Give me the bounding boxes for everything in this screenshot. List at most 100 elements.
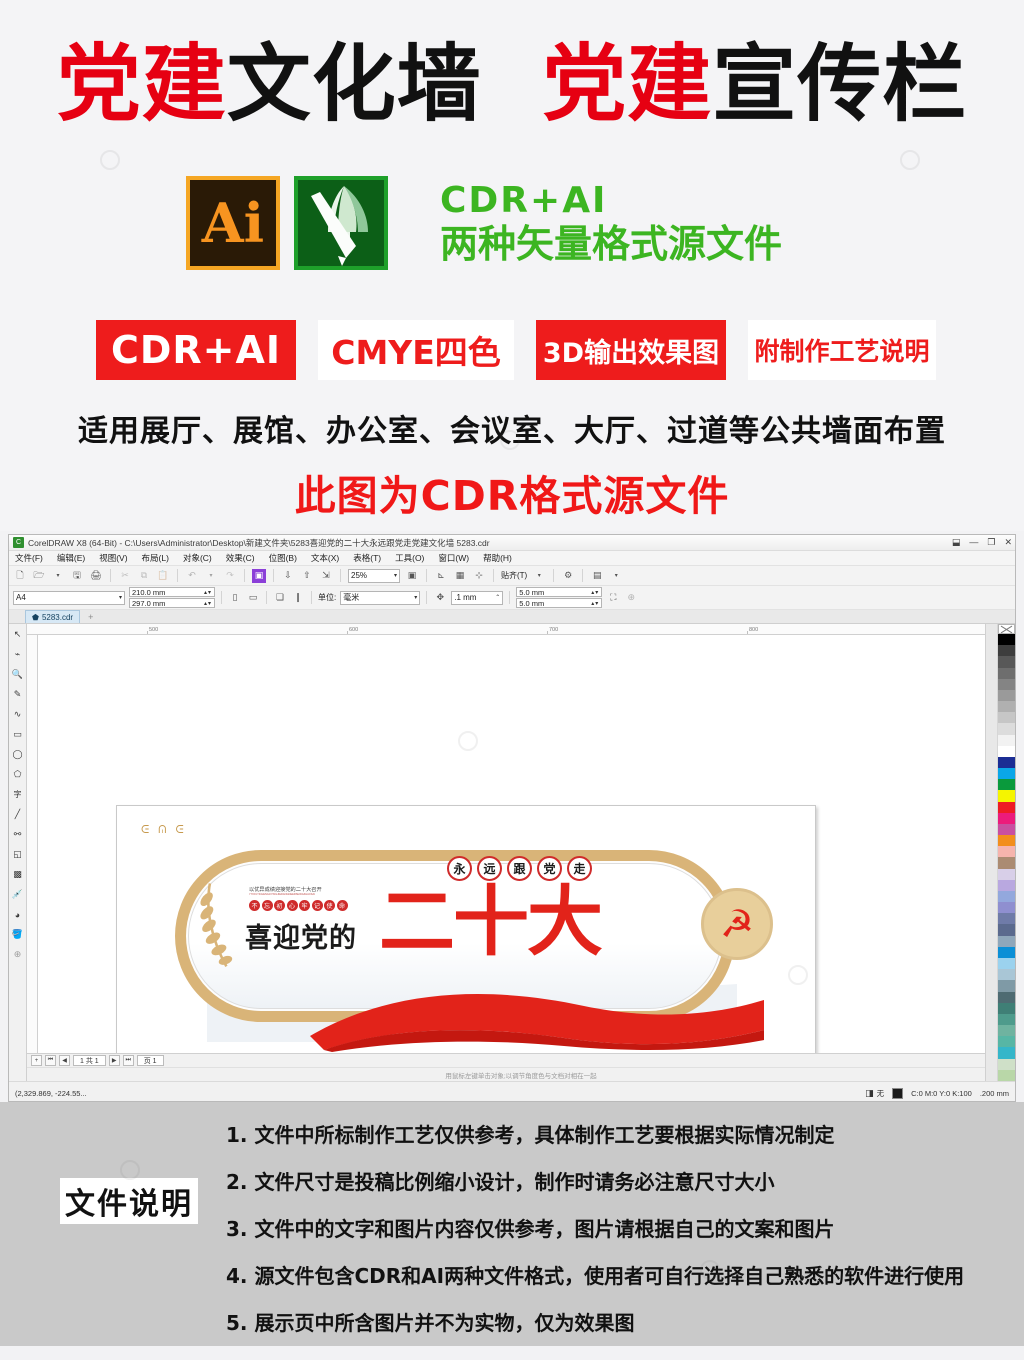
snap-to-label[interactable]: 贴齐(T) <box>501 570 527 581</box>
page-border-icon[interactable]: ⛶ <box>606 591 620 605</box>
color-swatch[interactable] <box>998 734 1015 746</box>
menu-item-window[interactable]: 窗口(W) <box>438 552 469 564</box>
next-page-button[interactable]: ▶ <box>108 1055 120 1066</box>
menu-item-edit[interactable]: 编辑(E) <box>57 552 85 564</box>
smart-fill-icon[interactable]: 🪣 <box>11 928 25 941</box>
import-icon[interactable]: ⇩ <box>281 569 295 583</box>
interactive-fill-icon[interactable]: ◕ <box>11 908 25 921</box>
connector-tool-icon[interactable]: ⚯ <box>11 828 25 841</box>
menu-item-bitmaps[interactable]: 位图(B) <box>269 552 297 564</box>
unit-select[interactable]: 毫米 ▾ <box>340 590 421 605</box>
page-preset-select[interactable]: A4 ▾ <box>13 590 125 605</box>
first-page-button[interactable]: ⏮ <box>45 1055 56 1066</box>
horizontal-ruler[interactable]: 500 600 700 800 <box>27 624 985 635</box>
publish-pdf-icon[interactable]: ▣ <box>252 568 266 583</box>
menu-item-file[interactable]: 文件(F) <box>15 552 43 564</box>
fill-color-indicator[interactable]: ◨ 无 <box>865 1088 884 1099</box>
color-swatch[interactable] <box>998 645 1015 657</box>
color-swatch[interactable] <box>998 935 1015 947</box>
duplicate-y-field[interactable]: 5.0 mm ▴▾ <box>516 598 603 608</box>
no-color-swatch[interactable] <box>998 624 1015 634</box>
shape-tool-icon[interactable]: ⌁ <box>11 648 25 661</box>
undo-icon[interactable]: ↶ <box>185 569 199 583</box>
outline-color-swatch[interactable] <box>892 1088 904 1099</box>
outline-tool-icon[interactable]: ⊕ <box>11 948 25 961</box>
color-swatch[interactable] <box>998 946 1015 958</box>
polygon-tool-icon[interactable]: ⬠ <box>11 768 25 781</box>
drop-shadow-tool-icon[interactable]: ◱ <box>11 848 25 861</box>
color-swatch[interactable] <box>998 745 1015 757</box>
menu-item-text[interactable]: 文本(X) <box>311 552 339 564</box>
cut-icon[interactable]: ✂ <box>118 569 132 583</box>
chevron-down-icon[interactable]: ▾ <box>51 569 65 583</box>
duplicate-x-field[interactable]: 5.0 mm ▴▾ <box>516 587 603 597</box>
stepper-icon[interactable]: ▴▾ <box>204 600 212 607</box>
transparency-tool-icon[interactable]: ▩ <box>11 868 25 881</box>
color-swatch[interactable] <box>998 823 1015 836</box>
save-icon[interactable]: 🖫 <box>70 569 84 583</box>
chevron-down-icon[interactable]: ▾ <box>532 569 546 583</box>
color-swatch[interactable] <box>998 779 1015 791</box>
color-swatch[interactable] <box>998 678 1015 690</box>
color-swatch[interactable] <box>998 667 1015 679</box>
color-eyedropper-icon[interactable]: 💉 <box>11 888 25 901</box>
open-file-icon[interactable]: 🗁 <box>32 569 46 583</box>
color-swatch[interactable] <box>998 1058 1015 1070</box>
color-swatch[interactable] <box>998 1047 1015 1059</box>
color-swatch[interactable] <box>998 756 1015 769</box>
new-document-icon[interactable]: 🗋 <box>13 569 27 583</box>
document-tab-5283[interactable]: ⬟ 5283.cdr <box>25 610 81 623</box>
color-swatch[interactable] <box>998 701 1015 713</box>
color-swatch[interactable] <box>998 980 1015 992</box>
color-swatch[interactable] <box>998 1036 1015 1048</box>
color-swatch[interactable] <box>998 790 1015 802</box>
menu-item-tools[interactable]: 工具(O) <box>395 552 424 564</box>
pick-tool-icon[interactable]: ↖ <box>11 628 25 641</box>
ellipse-tool-icon[interactable]: ◯ <box>11 748 25 761</box>
paste-icon[interactable]: 📋 <box>156 569 170 583</box>
last-page-button[interactable]: ⏭ <box>122 1055 134 1066</box>
portrait-orientation-icon[interactable]: ▯ <box>228 591 242 605</box>
color-swatch[interactable] <box>998 801 1015 813</box>
color-swatch[interactable] <box>998 768 1015 780</box>
text-tool-icon[interactable]: 字 <box>11 788 25 801</box>
maximize-window-icon[interactable]: ❐ <box>987 536 995 548</box>
menu-item-help[interactable]: 帮助(H) <box>483 552 512 564</box>
menu-item-effects[interactable]: 效果(C) <box>226 552 255 564</box>
color-swatch[interactable] <box>998 723 1015 735</box>
nudge-distance-field[interactable]: .1 mm ⌃ <box>451 590 504 605</box>
show-grid-icon[interactable]: ▦ <box>453 569 467 583</box>
show-rulers-icon[interactable]: ⊾ <box>434 569 448 583</box>
artistic-media-tool-icon[interactable]: ∿ <box>11 708 25 721</box>
menu-item-layout[interactable]: 布局(L) <box>142 552 169 564</box>
color-swatch[interactable] <box>998 812 1015 824</box>
dimension-tool-icon[interactable]: ╱ <box>11 808 25 821</box>
export-icon[interactable]: ⇧ <box>300 569 314 583</box>
menu-item-view[interactable]: 视图(V) <box>99 552 127 564</box>
chevron-down-icon[interactable]: ▾ <box>609 569 623 583</box>
redo-icon[interactable]: ↷ <box>223 569 237 583</box>
color-swatch[interactable] <box>998 902 1015 914</box>
current-page-icon[interactable]: ❙ <box>291 591 305 605</box>
color-swatch[interactable] <box>998 957 1015 970</box>
minimize-window-icon[interactable]: — <box>969 536 978 548</box>
show-guides-icon[interactable]: ⊹ <box>472 569 486 583</box>
page-width-field[interactable]: 210.0 mm ▴▾ <box>129 587 215 597</box>
zoom-level-select[interactable]: 25% ▾ <box>348 568 400 583</box>
zoom-tool-icon[interactable]: 🔍 <box>11 668 25 681</box>
vertical-ruler[interactable] <box>27 635 38 1053</box>
options-gear-icon[interactable]: ⚙ <box>561 569 575 583</box>
close-window-icon[interactable]: ✕ <box>1004 536 1012 548</box>
palette-swatches[interactable] <box>998 624 1015 1081</box>
palette-scrollbar[interactable] <box>986 624 998 1081</box>
page-scope-icon[interactable]: ❏ <box>273 591 287 605</box>
color-swatch[interactable] <box>998 846 1015 858</box>
page-height-field[interactable]: 297.0 mm ▴▾ <box>129 598 215 608</box>
color-swatch[interactable] <box>998 913 1015 925</box>
export-for-web-icon[interactable]: ⇲ <box>319 569 333 583</box>
rectangle-tool-icon[interactable]: ▭ <box>11 728 25 741</box>
document-page[interactable]: ᕮ ᕬ ᕮ 永 远 跟 党 走 以优异成绩迎接党的二十大召开 YIYOUYICH… <box>116 805 816 1053</box>
menu-item-object[interactable]: 对象(C) <box>183 552 212 564</box>
drawing-canvas[interactable]: ᕮ ᕬ ᕮ 永 远 跟 党 走 以优异成绩迎接党的二十大召开 YIYOUYICH… <box>38 635 985 1053</box>
color-swatch[interactable] <box>998 1025 1015 1037</box>
